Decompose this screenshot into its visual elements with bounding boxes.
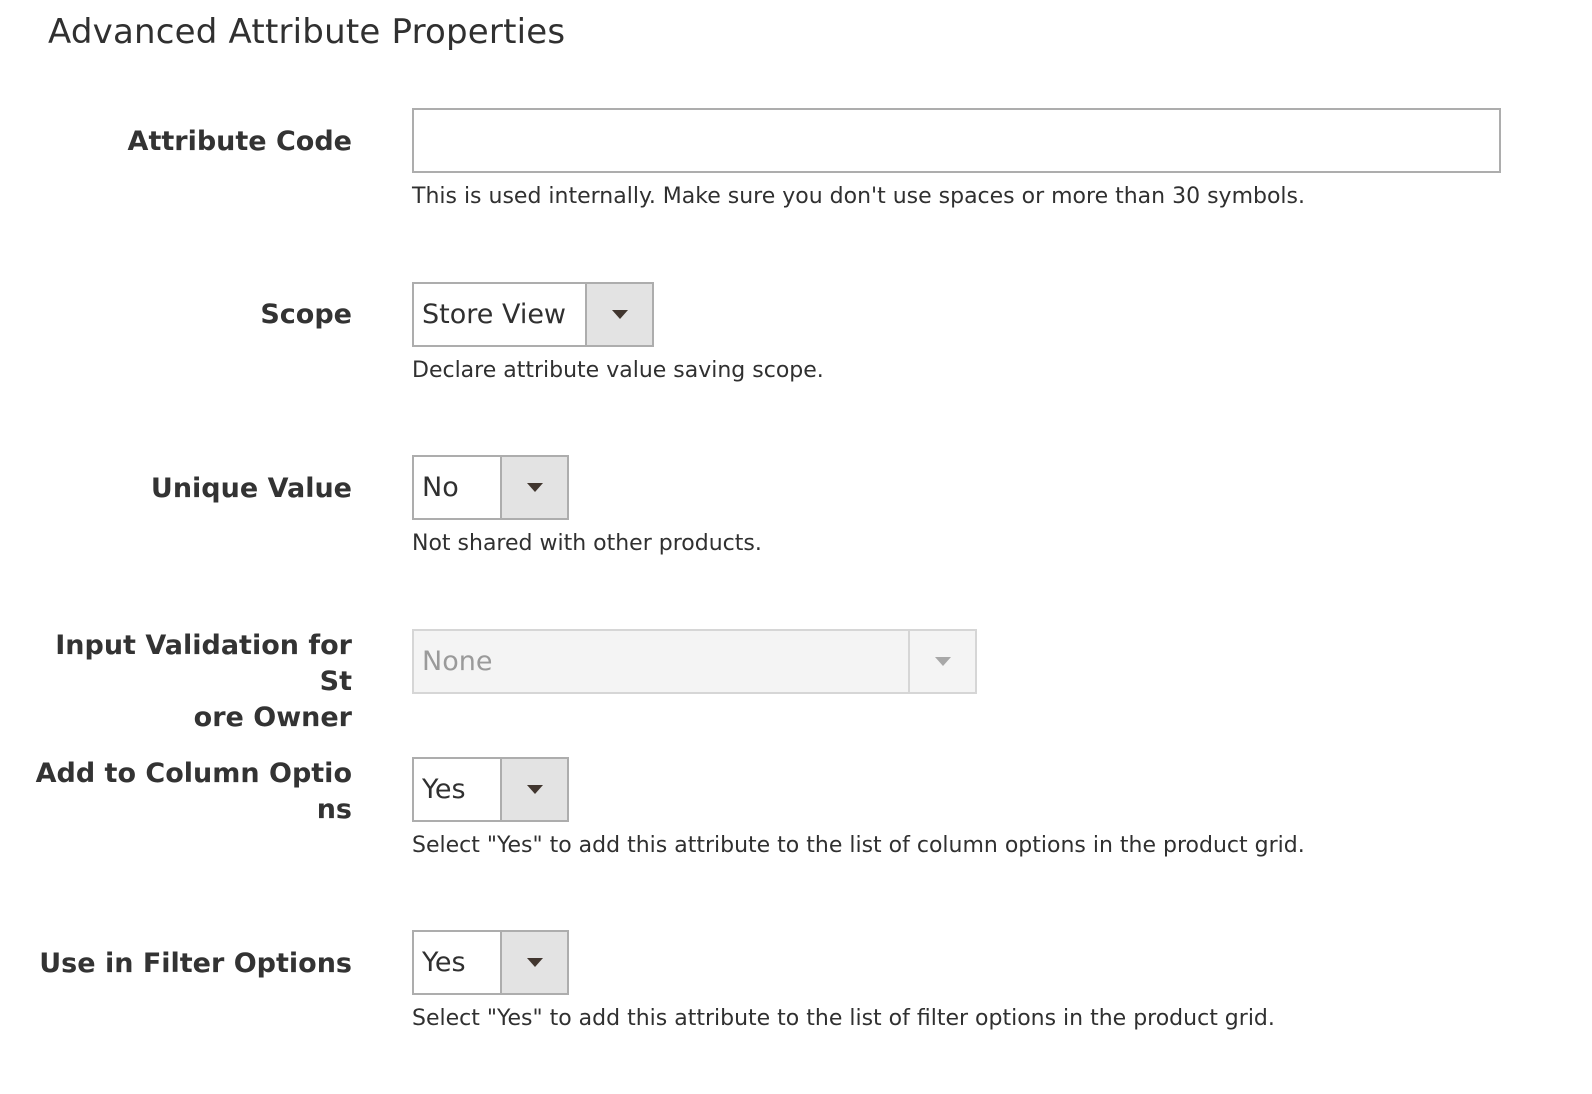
use-in-filter-options-select-toggle[interactable]	[500, 932, 567, 993]
unique-value-label: Unique Value	[150, 473, 352, 504]
use-in-filter-options-select[interactable]: Yes	[412, 930, 569, 995]
add-to-column-options-select-value: Yes	[422, 774, 466, 805]
add-to-column-options-label: Add to Column Optio ns	[32, 756, 352, 828]
scope-select-toggle[interactable]	[585, 284, 652, 345]
chevron-down-icon	[526, 785, 543, 794]
unique-value-select-toggle[interactable]	[500, 457, 567, 518]
add-to-column-options-label-line1: Add to Column Optio	[35, 758, 352, 789]
unique-value-select[interactable]: No	[412, 455, 569, 520]
scope-label: Scope	[260, 299, 352, 330]
chevron-down-icon	[526, 958, 543, 967]
scope-select[interactable]: Store View	[412, 282, 654, 347]
use-in-filter-options-note: Select "Yes" to add this attribute to th…	[412, 1006, 1275, 1031]
scope-select-value: Store View	[422, 299, 567, 330]
section-title: Advanced Attribute Properties	[48, 12, 566, 52]
attribute-code-note: This is used internally. Make sure you d…	[412, 184, 1305, 209]
scope-note: Declare attribute value saving scope.	[412, 358, 824, 383]
chevron-down-icon	[611, 310, 628, 319]
add-to-column-options-select-toggle[interactable]	[500, 759, 567, 820]
attribute-code-input[interactable]	[412, 108, 1501, 173]
unique-value-note: Not shared with other products.	[412, 531, 762, 556]
add-to-column-options-note: Select "Yes" to add this attribute to th…	[412, 833, 1305, 858]
input-validation-select-value: None	[422, 646, 493, 677]
unique-value-select-value: No	[422, 472, 459, 503]
advanced-attribute-properties-panel: Advanced Attribute Properties Attribute …	[0, 0, 1592, 1094]
input-validation-select: None	[412, 629, 977, 694]
input-validation-label: Input Validation for St ore Owner	[32, 628, 352, 736]
input-validation-label-line2: ore Owner	[193, 702, 352, 733]
attribute-code-label: Attribute Code	[127, 126, 352, 157]
chevron-down-icon	[526, 483, 543, 492]
input-validation-label-line1: Input Validation for St	[55, 630, 352, 697]
chevron-down-icon	[934, 657, 951, 666]
add-to-column-options-label-line2: ns	[316, 794, 352, 825]
use-in-filter-options-select-value: Yes	[422, 947, 466, 978]
input-validation-select-toggle	[908, 631, 975, 692]
add-to-column-options-select[interactable]: Yes	[412, 757, 569, 822]
use-in-filter-options-label: Use in Filter Options	[39, 948, 352, 979]
